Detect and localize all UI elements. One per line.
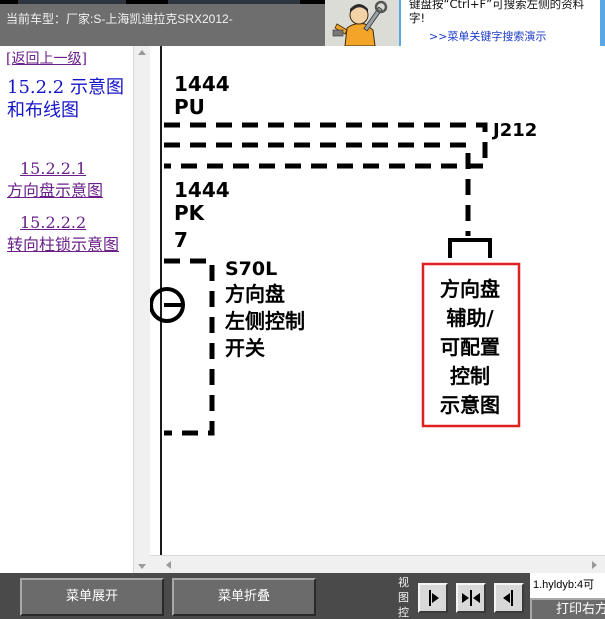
- menu-collapse-button[interactable]: 菜单折叠: [172, 578, 316, 616]
- scroll-left-arrow-icon[interactable]: [166, 561, 171, 569]
- nav-item-steering-wheel-schematic[interactable]: 15.2.2.1 方向盘示意图: [7, 158, 133, 202]
- content-panel: 1444 PU J212 1444 PK 7 S70L 方向盘 左侧控制 开关 …: [150, 46, 605, 573]
- view-split-center-button[interactable]: [456, 583, 486, 613]
- module-connector: [448, 238, 492, 258]
- wire-1-code: 1444: [174, 72, 230, 96]
- print-right-button[interactable]: 打印右方: [530, 598, 605, 619]
- bottom-toolbar: 菜单展开 菜单折叠 视图控 1.hyldyb:4可 打印右方: [0, 573, 605, 619]
- switch-name-line3: 开关: [225, 336, 265, 360]
- connector-j212-label: J212: [491, 120, 537, 141]
- switch-code: S70L: [225, 258, 277, 280]
- view-expand-left-button[interactable]: [494, 583, 524, 613]
- nav-item-column-lock-schematic[interactable]: 15.2.2.2 转向柱锁示意图: [7, 212, 133, 256]
- module-label-line3: 可配置: [440, 335, 500, 359]
- nav-vertical-scrollbar[interactable]: [133, 46, 150, 573]
- switch-name-line2: 左侧控制: [225, 309, 305, 333]
- switch-s70l-outline: [164, 258, 215, 436]
- view-expand-right-button[interactable]: [418, 583, 448, 613]
- wire-2-color: PK: [174, 201, 206, 225]
- search-hint-panel: 键盘按“Ctrl+F”可搜索左侧的资料字! >>菜单关键字搜索演示: [399, 0, 605, 46]
- module-label-line2: 辅助/: [446, 306, 494, 330]
- scroll-up-arrow-icon[interactable]: [138, 50, 146, 55]
- wire-2-code: 1444: [174, 178, 230, 202]
- wire-1-color: PU: [174, 95, 205, 119]
- hint-panel-border: [600, 0, 605, 46]
- content-horizontal-scrollbar[interactable]: [150, 555, 605, 573]
- scroll-down-arrow-icon[interactable]: [138, 564, 146, 569]
- wiring-diagram: 1444 PU J212 1444 PK 7 S70L 方向盘 左侧控制 开关 …: [150, 72, 537, 436]
- switch-name-line1: 方向盘: [225, 282, 285, 306]
- module-label-line4: 控制: [450, 364, 490, 388]
- wire-2-pin: 7: [174, 228, 188, 252]
- arrow-right-icon: [429, 590, 439, 606]
- page-info-field: 1.hyldyb:4可: [530, 573, 605, 601]
- nav-item-number: 15.2.2.2: [20, 213, 87, 232]
- header-bar: 当前车型：厂家:S-上海凯迪拉克SRX2012- 键盘按“Ctrl+F”可搜索左…: [0, 0, 605, 46]
- back-link[interactable]: [返回上一级]: [6, 48, 87, 68]
- menu-expand-button[interactable]: 菜单展开: [20, 578, 164, 616]
- search-hint-text: 键盘按“Ctrl+F”可搜索左侧的资料字!: [409, 0, 585, 25]
- mascot-mechanic-icon: [325, 0, 399, 46]
- view-control-label: 视图控: [398, 576, 409, 619]
- navigation-panel: [返回上一级] 15.2.2 示意图和布线图 15.2.2.1 方向盘示意图 1…: [0, 46, 150, 573]
- module-label-line5: 示意图: [440, 393, 500, 417]
- switch-symbol-icon: [150, 287, 185, 323]
- header-top-strip: [0, 0, 325, 4]
- section-title[interactable]: 15.2.2 示意图和布线图: [7, 76, 132, 122]
- arrows-inward-icon: [462, 590, 480, 606]
- current-vehicle-label: 当前车型：厂家:S-上海凯迪拉克SRX2012-: [6, 12, 233, 26]
- scroll-right-arrow-icon[interactable]: [592, 561, 597, 569]
- nav-item-title: 方向盘示意图: [7, 181, 104, 200]
- nav-item-title: 转向柱锁示意图: [7, 235, 120, 254]
- module-label-line1: 方向盘: [440, 277, 500, 301]
- arrow-left-icon: [503, 590, 513, 606]
- nav-item-number: 15.2.2.1: [20, 159, 87, 178]
- search-demo-link[interactable]: >>菜单关键字搜索演示: [429, 28, 546, 44]
